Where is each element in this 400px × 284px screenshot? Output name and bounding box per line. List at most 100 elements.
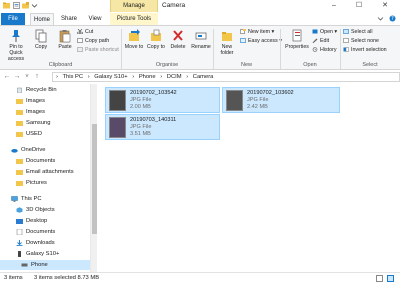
details-view-button[interactable]: [376, 275, 383, 282]
new-folder-label: New folder: [220, 44, 234, 56]
address-bar[interactable]: › This PC › Galaxy S10+ › Phone › DCIM ›…: [52, 72, 400, 82]
history-button[interactable]: History: [312, 47, 336, 54]
folder-icon: [16, 99, 23, 104]
properties-label: Properties: [285, 44, 309, 50]
copy-icon: [35, 29, 47, 43]
cut-button[interactable]: Cut: [77, 29, 93, 36]
breadcrumb-phone[interactable]: Phone: [139, 74, 156, 80]
new-folder-button[interactable]: New folder: [216, 29, 238, 56]
paste-shortcut-button[interactable]: Paste shortcut: [77, 47, 119, 54]
breadcrumb-galaxy[interactable]: Galaxy S10+: [94, 74, 127, 80]
copy-to-icon: [151, 29, 161, 41]
nav-item-label: Downloads: [26, 240, 55, 246]
file-list: 20190702_103542 JPG File 2.00 MB 2019070…: [100, 84, 400, 272]
collapse-ribbon-icon[interactable]: [377, 15, 384, 22]
nav-item-phone[interactable]: Phone: [0, 260, 93, 270]
select-all-button[interactable]: Select all: [343, 29, 373, 36]
selection-info: 3 items selected 8.73 MB: [34, 275, 100, 281]
ribbon-tabs: File Home Share View Picture Tools ?: [0, 12, 400, 25]
nav-item-label: Images: [26, 98, 46, 104]
pin-label: Pin to Quick access: [7, 44, 25, 62]
copy-button[interactable]: Copy: [30, 29, 52, 50]
forward-button[interactable]: →: [13, 72, 21, 82]
select-all-icon: [343, 29, 349, 34]
help-icon[interactable]: ?: [389, 15, 396, 22]
nav-item-label: Samsung: [26, 120, 51, 126]
tab-picture-tools[interactable]: Picture Tools: [110, 13, 158, 25]
breadcrumb-dcim[interactable]: DCIM: [167, 74, 182, 80]
copy-to-button[interactable]: Copy to: [146, 29, 166, 50]
copy-to-label: Copy to: [147, 44, 165, 50]
easy-access-icon: [240, 38, 246, 43]
tab-file[interactable]: File: [1, 13, 25, 25]
image-thumbnail: [109, 117, 126, 138]
properties-button[interactable]: Properties: [283, 29, 311, 50]
new-group-label: New: [240, 62, 252, 68]
file-tile[interactable]: 20190703_140311 JPG File 3.51 MB: [105, 114, 220, 140]
rename-button[interactable]: Rename: [190, 29, 212, 50]
pin-to-quick-access-button[interactable]: Pin to Quick access: [3, 29, 29, 62]
item-count: 3 items: [4, 275, 23, 281]
recycle-bin-icon: [17, 87, 22, 93]
scrollbar-thumb[interactable]: [92, 124, 97, 234]
folder-icon[interactable]: [3, 2, 10, 9]
manage-context-tab[interactable]: Manage: [110, 0, 158, 12]
delete-label: Delete: [170, 44, 186, 50]
properties-icon[interactable]: [13, 2, 20, 9]
invert-selection-button[interactable]: Invert selection: [343, 47, 387, 54]
tab-view[interactable]: View: [84, 13, 106, 25]
up-button[interactable]: ↑: [33, 72, 41, 82]
delete-button[interactable]: Delete: [168, 29, 188, 50]
recent-locations-button[interactable]: ˅: [23, 72, 31, 82]
maximize-button[interactable]: ☐: [348, 0, 370, 12]
tab-home[interactable]: Home: [30, 13, 54, 25]
invert-selection-icon: [343, 47, 349, 52]
new-item-icon: [240, 29, 246, 34]
select-none-button[interactable]: Select none: [343, 38, 379, 45]
customize-quick-access-icon[interactable]: [31, 2, 38, 9]
edit-button[interactable]: Edit: [312, 38, 329, 45]
rename-icon: [195, 32, 207, 40]
folder-icon: [16, 181, 23, 186]
breadcrumb-separator: ›: [160, 74, 163, 80]
new-folder-icon[interactable]: [22, 2, 29, 9]
nav-item-label: Galaxy S10+: [26, 251, 60, 257]
folder-icon: [16, 170, 23, 175]
status-bar: 3 items 3 items selected 8.73 MB: [0, 272, 400, 284]
navigation-pane: Recycle Bin Images Images Samsung USED O…: [0, 84, 98, 272]
close-button[interactable]: ✕: [374, 0, 396, 12]
easy-access-button[interactable]: Easy access ▾: [240, 38, 282, 45]
tab-share[interactable]: Share: [57, 13, 81, 25]
open-button[interactable]: Open ▾: [312, 29, 337, 36]
desktop-icon: [16, 219, 23, 224]
nav-item-label: Phone: [31, 262, 48, 268]
breadcrumb-this-pc[interactable]: This PC: [62, 74, 83, 80]
tiles-view-button[interactable]: [387, 275, 394, 282]
properties-icon: [292, 29, 302, 42]
paste-button[interactable]: Paste: [54, 29, 76, 50]
storage-icon: [21, 263, 28, 267]
paste-label: Paste: [58, 44, 72, 50]
folder-icon: [16, 110, 23, 115]
minimize-button[interactable]: –: [323, 0, 345, 12]
cut-label: Cut: [85, 29, 94, 35]
open-group-label: Open: [303, 62, 317, 68]
edit-label: Edit: [320, 38, 330, 44]
file-name: 20190702_103602: [247, 90, 294, 96]
file-tile[interactable]: 20190702_103602 JPG File 2.42 MB: [222, 87, 340, 113]
computer-icon: [11, 196, 18, 202]
title-bar: Manage Camera – ☐ ✕: [0, 0, 400, 12]
file-tile[interactable]: 20190702_103542 JPG File 2.00 MB: [105, 87, 220, 113]
copy-path-button[interactable]: Copy path: [77, 38, 109, 45]
back-button[interactable]: ←: [3, 72, 11, 82]
new-item-button[interactable]: New item ▾: [240, 29, 274, 36]
select-none-icon: [343, 38, 349, 43]
navigation-scrollbar[interactable]: [90, 84, 97, 272]
nav-item-label: Recycle Bin: [26, 87, 57, 93]
move-to-button[interactable]: Move to: [124, 29, 144, 50]
copy-path-label: Copy path: [85, 38, 110, 44]
breadcrumb-camera[interactable]: Camera: [193, 74, 214, 80]
paste-icon: [59, 30, 71, 43]
open-icon: [312, 29, 318, 34]
copy-label: Copy: [34, 44, 48, 50]
